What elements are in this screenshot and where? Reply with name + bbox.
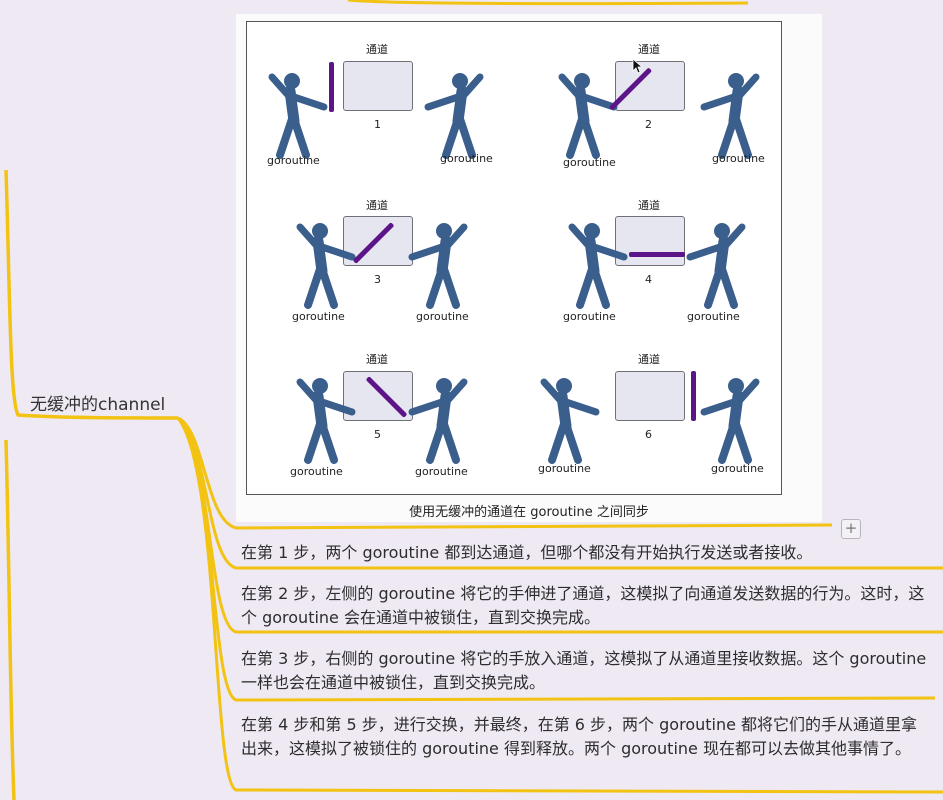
step-number-6: 6 [645,428,652,441]
channel-label-3: 通道 [366,199,388,212]
left-goroutine-label-4: goroutine [563,310,616,323]
left-goroutine-label-1: goroutine [267,154,320,167]
left-goroutine-figure-5 [296,378,356,464]
step-number-5: 5 [374,428,381,441]
right-goroutine-figure-6 [700,378,760,464]
left-goroutine-label-6: goroutine [538,462,591,475]
data-stick-1 [329,62,334,112]
note-step-2[interactable]: 在第 2 步，左侧的 goroutine 将它的手伸进了通道，这模拟了向通道发送… [241,582,931,630]
channel-label-1: 通道 [366,43,388,56]
step-number-4: 4 [645,273,652,286]
note-step-4-5-6[interactable]: 在第 4 步和第 5 步，进行交换，并最终，在第 6 步，两个 goroutin… [241,713,931,761]
topic-node[interactable]: 无缓冲的channel [30,390,165,415]
channel-box-1 [343,61,413,111]
right-goroutine-label-1: goroutine [440,152,493,165]
mouse-cursor-icon [632,58,644,74]
left-goroutine-label-2: goroutine [563,156,616,169]
figure-caption: 使用无缓冲的通道在 goroutine 之间同步 [409,505,649,520]
channel-label-6: 通道 [638,353,660,366]
channel-box-6 [615,371,685,421]
left-goroutine-figure-4 [568,223,628,309]
step-number-1: 1 [374,118,381,131]
right-goroutine-label-4: goroutine [687,310,740,323]
left-goroutine-figure-2 [558,73,618,159]
channel-label-5: 通道 [366,353,388,366]
left-goroutine-label-3: goroutine [292,310,345,323]
topic-label: 无缓冲的channel [30,395,166,415]
step-number-3: 3 [374,273,381,286]
figure-image: 通道 1 goroutine goroutine 通道 2 goroutine gorouti… [236,14,822,522]
right-goroutine-figure-3 [408,223,468,309]
data-stick-4 [629,252,685,257]
right-goroutine-figure-5 [408,378,468,464]
data-stick-6 [691,371,696,421]
step-number-2: 2 [645,118,652,131]
right-goroutine-label-6: goroutine [711,462,764,475]
right-goroutine-label-5: goroutine [415,465,468,478]
right-goroutine-label-3: goroutine [416,310,469,323]
left-goroutine-figure-6 [540,378,600,464]
right-goroutine-figure-4 [686,223,746,309]
add-node-button[interactable]: + [841,519,861,539]
left-goroutine-label-5: goroutine [290,465,343,478]
right-goroutine-figure-1 [424,73,484,159]
right-goroutine-label-2: goroutine [712,152,765,165]
left-goroutine-figure-3 [296,223,356,309]
channel-label-4: 通道 [638,199,660,212]
right-goroutine-figure-2 [700,73,760,159]
note-step-1[interactable]: 在第 1 步，两个 goroutine 都到达通道，但哪个都没有开始执行发送或者… [241,541,931,565]
left-goroutine-figure-1 [268,73,328,159]
note-step-3[interactable]: 在第 3 步，右侧的 goroutine 将它的手放入通道，这模拟了从通道里接收… [241,647,931,695]
channel-label-2: 通道 [638,43,660,56]
